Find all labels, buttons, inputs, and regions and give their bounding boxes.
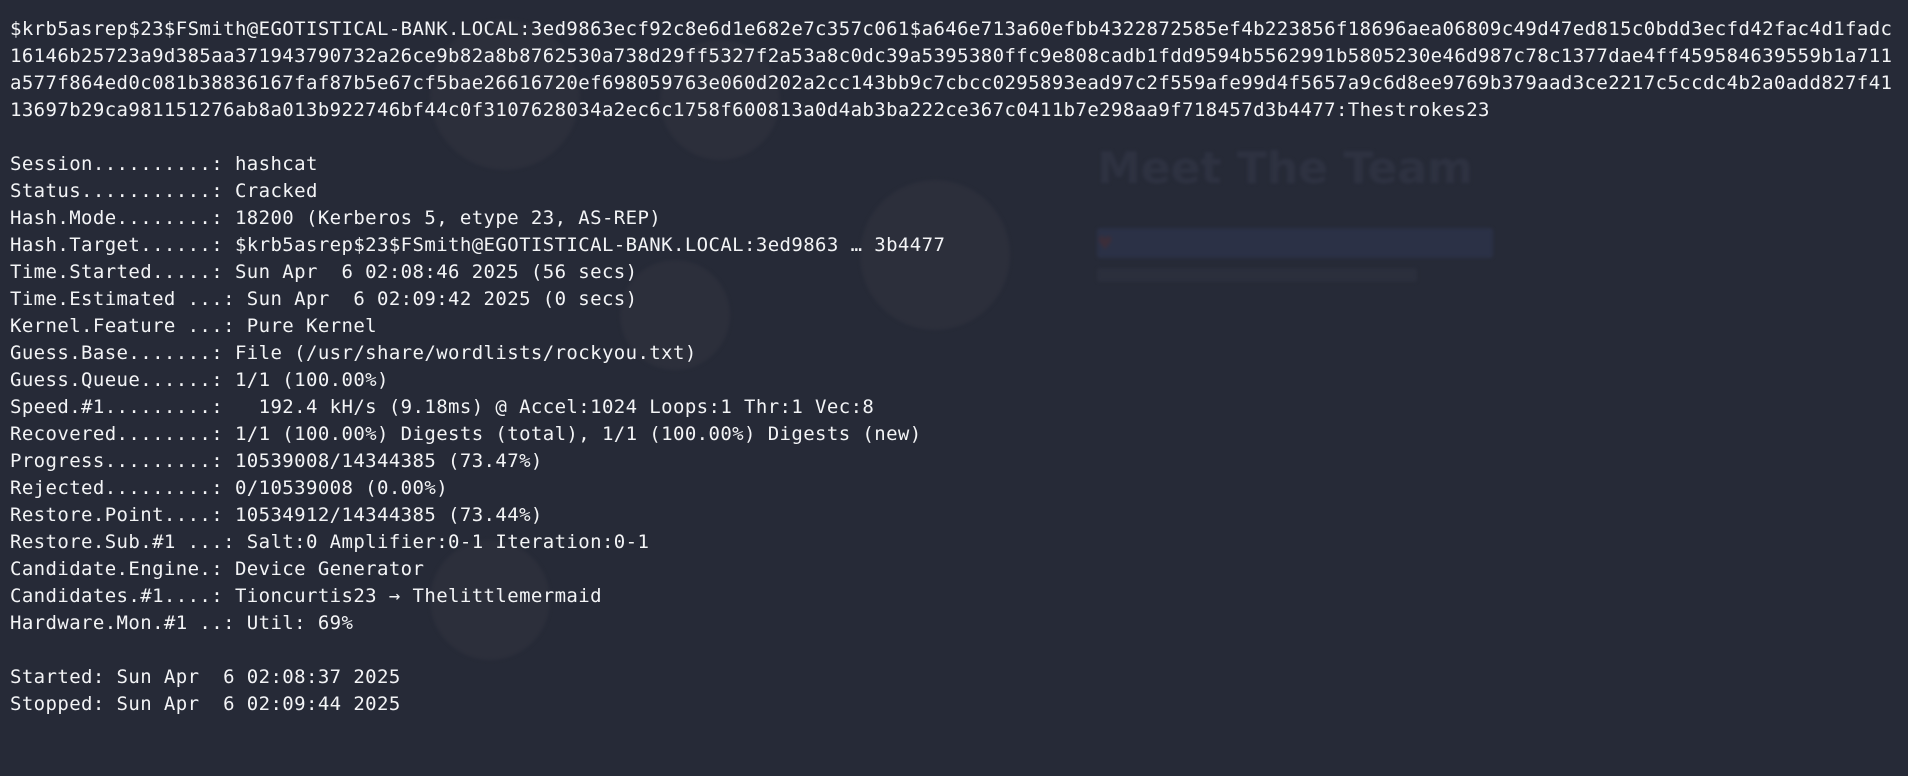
stopped-line: Stopped: Sun Apr 6 02:09:44 2025 bbox=[10, 693, 401, 715]
status-line-recovered: Recovered........: 1/1 (100.00%) Digests… bbox=[10, 423, 922, 445]
status-line-rejected: Rejected.........: 0/10539008 (0.00%) bbox=[10, 477, 449, 499]
status-line-candidate-engine: Candidate.Engine.: Device Generator bbox=[10, 558, 425, 580]
status-line-time-estimated: Time.Estimated ...: Sun Apr 6 02:09:42 2… bbox=[10, 288, 638, 310]
status-line-time-started: Time.Started.....: Sun Apr 6 02:08:46 20… bbox=[10, 261, 638, 283]
status-line-restore-sub: Restore.Sub.#1 ...: Salt:0 Amplifier:0-1… bbox=[10, 531, 650, 553]
status-line-guess-base: Guess.Base.......: File (/usr/share/word… bbox=[10, 342, 697, 364]
status-line-speed: Speed.#1.........: 192.4 kH/s (9.18ms) @… bbox=[10, 396, 875, 418]
status-line-hardware-mon: Hardware.Mon.#1 ..: Util: 69% bbox=[10, 612, 354, 634]
status-line-hash-target: Hash.Target......: $krb5asrep$23$FSmith@… bbox=[10, 234, 946, 256]
status-line-hash-mode: Hash.Mode........: 18200 (Kerberos 5, et… bbox=[10, 207, 662, 229]
status-line-restore-point: Restore.Point....: 10534912/14344385 (73… bbox=[10, 504, 543, 526]
status-line-kernel-feature: Kernel.Feature ...: Pure Kernel bbox=[10, 315, 378, 337]
started-line: Started: Sun Apr 6 02:08:37 2025 bbox=[10, 666, 401, 688]
status-line-guess-queue: Guess.Queue......: 1/1 (100.00%) bbox=[10, 369, 389, 391]
cracked-hash-line: $krb5asrep$23$FSmith@EGOTISTICAL-BANK.LO… bbox=[10, 18, 1893, 121]
terminal-output: $krb5asrep$23$FSmith@EGOTISTICAL-BANK.LO… bbox=[10, 16, 1898, 718]
status-line-session: Session..........: hashcat bbox=[10, 153, 318, 175]
status-line-candidates: Candidates.#1....: Tioncurtis23 → Thelit… bbox=[10, 585, 602, 607]
status-line-progress: Progress.........: 10539008/14344385 (73… bbox=[10, 450, 543, 472]
status-line-status: Status...........: Cracked bbox=[10, 180, 318, 202]
